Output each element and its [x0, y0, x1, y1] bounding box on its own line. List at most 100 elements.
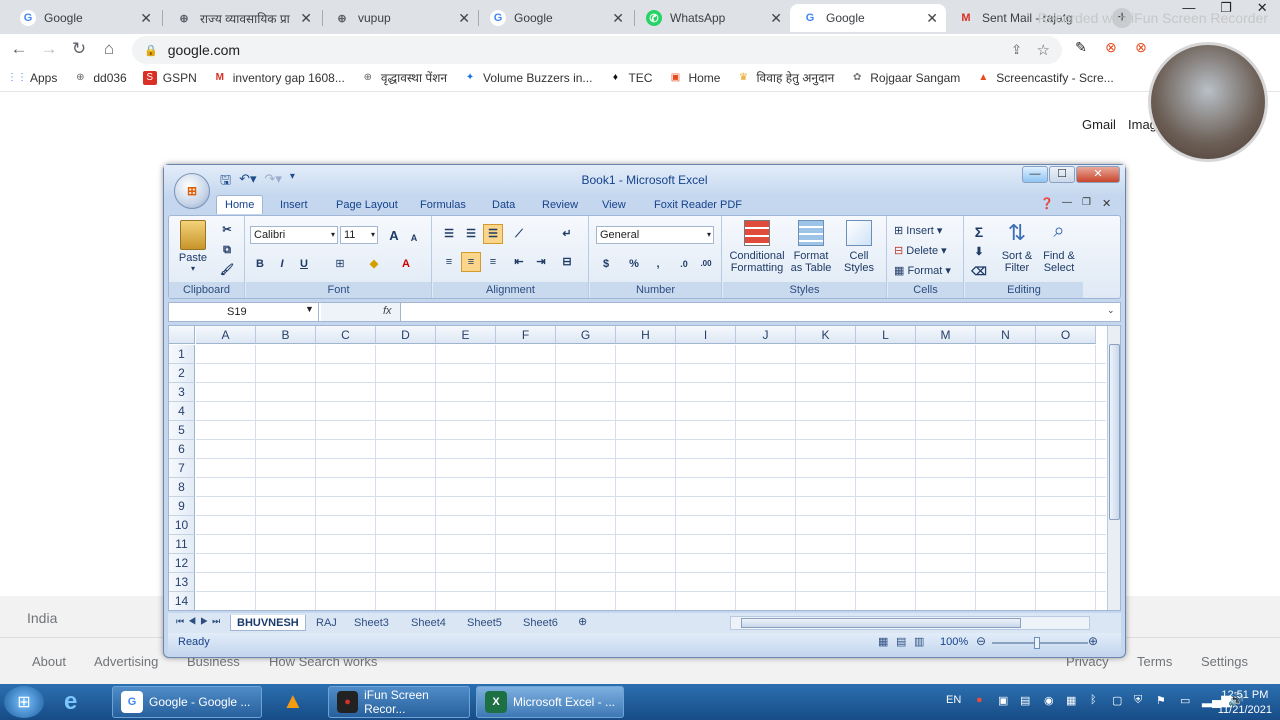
- borders-icon[interactable]: ⊞: [330, 254, 350, 274]
- cut-icon[interactable]: ✂: [217, 220, 237, 240]
- column-header[interactable]: G: [556, 326, 616, 344]
- align-top-icon[interactable]: ☰: [439, 224, 459, 244]
- excel-titlebar[interactable]: Book1 - Microsoft Excel 🖫 ↶▾ ↷▾ ▾ — ☐ ✕: [164, 165, 1125, 195]
- zoom-slider[interactable]: [992, 642, 1088, 644]
- merge-center-icon[interactable]: ⊟: [557, 252, 577, 272]
- sort-filter-button[interactable]: ⇅ Sort & Filter: [997, 220, 1037, 274]
- font-color-icon[interactable]: A: [396, 254, 416, 274]
- format-as-table-button[interactable]: Format as Table: [787, 220, 835, 274]
- browser-tab-active[interactable]: G Google ✕: [790, 4, 946, 32]
- footer-terms-link[interactable]: Terms: [1137, 654, 1172, 669]
- font-name-box[interactable]: Calibri ▾: [250, 226, 338, 244]
- row-header[interactable]: 14: [169, 592, 195, 610]
- save-icon[interactable]: 🖫: [220, 171, 231, 193]
- find-select-button[interactable]: ⌕ Find & Select: [1039, 220, 1079, 274]
- number-format-box[interactable]: General ▾: [596, 226, 714, 244]
- decrease-decimal-button[interactable]: .00: [696, 254, 716, 274]
- close-icon[interactable]: ✕: [1257, 0, 1268, 20]
- row-header[interactable]: 1: [169, 345, 195, 364]
- minimize-icon[interactable]: —: [1182, 0, 1195, 20]
- recorder-tray-icon[interactable]: ●: [976, 694, 983, 706]
- column-header[interactable]: H: [616, 326, 676, 344]
- tab-formulas[interactable]: Formulas: [412, 196, 474, 215]
- normal-view-icon[interactable]: ▦: [878, 635, 888, 648]
- copy-icon[interactable]: ⧉: [217, 240, 237, 260]
- bookmark-item[interactable]: ✿ Rojgaar Sangam: [850, 71, 960, 85]
- minimize-icon[interactable]: —: [1062, 197, 1072, 208]
- maximize-button[interactable]: ☐: [1049, 166, 1075, 183]
- align-bottom-icon[interactable]: ☰: [483, 224, 503, 244]
- insert-function-button[interactable]: fx: [383, 305, 392, 317]
- sheet-tab-raj[interactable]: RAJ: [316, 615, 337, 631]
- align-middle-icon[interactable]: ☰: [461, 224, 481, 244]
- sheet-tab-6[interactable]: Sheet6: [523, 615, 558, 631]
- bookmark-item[interactable]: ♦ TEC: [608, 71, 653, 85]
- vertical-scrollbar[interactable]: [1107, 326, 1120, 610]
- name-box[interactable]: S19: [169, 303, 319, 321]
- close-icon[interactable]: ✕: [612, 10, 624, 27]
- bookmark-item[interactable]: ♛ विवाह हेतु अनुदान: [736, 69, 834, 86]
- restore-icon[interactable]: ❐: [1220, 0, 1232, 20]
- undo-icon[interactable]: ↶▾: [239, 171, 256, 193]
- redo-icon[interactable]: ↷▾: [265, 171, 282, 193]
- zoom-slider-thumb[interactable]: [1034, 637, 1040, 649]
- column-header[interactable]: F: [496, 326, 556, 344]
- tray-icon[interactable]: ▤: [1020, 694, 1030, 707]
- tab-page-layout[interactable]: Page Layout: [328, 196, 406, 215]
- pen-extension-icon[interactable]: ✎: [1070, 39, 1092, 56]
- bookmark-item[interactable]: ⊕ वृद्धावस्था पेंशन: [361, 69, 447, 86]
- column-header[interactable]: I: [676, 326, 736, 344]
- orientation-icon[interactable]: ⟋: [509, 224, 529, 244]
- sheet-nav-arrows-icon[interactable]: ⏮◀▶⏭: [176, 616, 224, 627]
- column-header[interactable]: B: [256, 326, 316, 344]
- row-header[interactable]: 6: [169, 440, 195, 459]
- select-all-corner[interactable]: [169, 326, 195, 344]
- grow-font-button[interactable]: A: [384, 226, 404, 246]
- bluetooth-icon[interactable]: ᛒ: [1090, 694, 1097, 706]
- delete-cells-button[interactable]: ⊟ Delete ▾: [894, 244, 947, 257]
- conditional-formatting-button[interactable]: Conditional Formatting: [727, 220, 787, 274]
- internet-explorer-icon[interactable]: e: [64, 688, 77, 716]
- sheet-tab-5[interactable]: Sheet5: [467, 615, 502, 631]
- column-header[interactable]: O: [1036, 326, 1096, 344]
- close-button[interactable]: ✕: [1076, 166, 1120, 183]
- taskbar-clock[interactable]: 12:51 PM 11/21/2021: [1218, 688, 1272, 718]
- row-header[interactable]: 5: [169, 421, 195, 440]
- increase-decimal-button[interactable]: .0: [674, 254, 694, 274]
- scroll-thumb[interactable]: [741, 618, 1021, 628]
- wrap-text-icon[interactable]: ↵: [557, 224, 577, 244]
- align-right-icon[interactable]: ≡: [483, 252, 503, 272]
- horizontal-scrollbar[interactable]: [730, 616, 1090, 630]
- taskbar-chrome[interactable]: G Google - Google ...: [112, 686, 262, 718]
- start-button[interactable]: ⊞: [4, 686, 44, 718]
- minimize-button[interactable]: —: [1022, 166, 1048, 183]
- sheet-tab-bhuvnesh[interactable]: BHUVNESH: [230, 615, 306, 631]
- browser-tab[interactable]: G Google ✕: [478, 4, 632, 32]
- row-header[interactable]: 8: [169, 478, 195, 497]
- bookmark-item[interactable]: ▲ Screencastify - Scre...: [976, 71, 1113, 85]
- tray-icon[interactable]: ▭: [1180, 694, 1190, 707]
- close-icon[interactable]: ✕: [140, 10, 152, 27]
- extension-icon[interactable]: ⊗: [1100, 39, 1122, 56]
- back-arrow-icon[interactable]: ←: [8, 39, 30, 59]
- gmail-link[interactable]: Gmail: [1082, 117, 1116, 132]
- increase-indent-icon[interactable]: ⇥: [531, 252, 551, 272]
- sheet-tab-3[interactable]: Sheet3: [354, 615, 389, 631]
- tray-icon[interactable]: ◉: [1044, 694, 1054, 707]
- underline-button[interactable]: U: [294, 254, 314, 274]
- bookmark-star-icon[interactable]: ☆: [1037, 41, 1050, 59]
- currency-button[interactable]: $: [596, 254, 616, 274]
- tab-view[interactable]: View: [594, 196, 634, 215]
- paste-button[interactable]: Paste ▾: [175, 220, 211, 273]
- page-layout-view-icon[interactable]: ▤: [896, 635, 906, 648]
- bold-button[interactable]: B: [250, 254, 270, 274]
- font-size-box[interactable]: 11 ▾: [340, 226, 378, 244]
- share-icon[interactable]: ⇪: [1011, 42, 1022, 58]
- bookmark-item[interactable]: ▣ Home: [668, 71, 721, 85]
- tab-review[interactable]: Review: [534, 196, 586, 215]
- shield-icon[interactable]: ⛨: [1134, 694, 1142, 707]
- page-break-view-icon[interactable]: ▥: [914, 635, 924, 648]
- close-icon[interactable]: ✕: [1102, 197, 1111, 210]
- row-header[interactable]: 4: [169, 402, 195, 421]
- footer-advertising-link[interactable]: Advertising: [94, 654, 158, 669]
